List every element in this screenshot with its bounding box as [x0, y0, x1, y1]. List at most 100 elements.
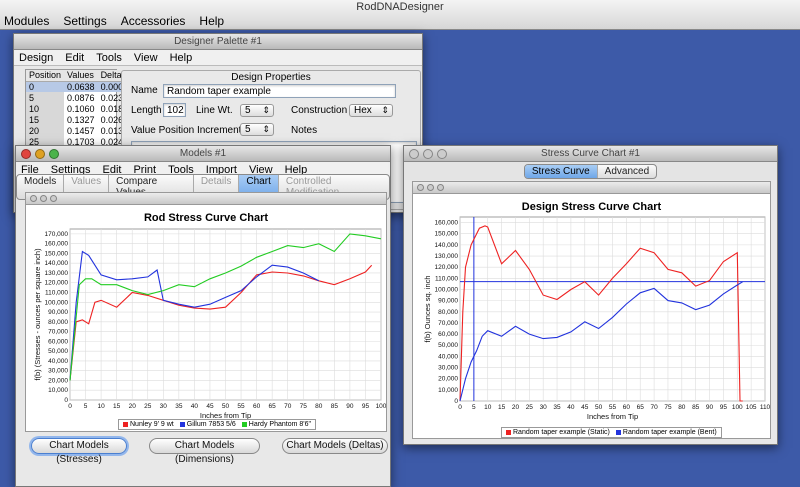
stress-curve-titlebar[interactable]: Stress Curve Chart #1: [404, 146, 777, 162]
models-window: Models #1 File Settings Edit Print Tools…: [15, 145, 391, 487]
app-menu-list: Modules Settings Accessories Help: [4, 14, 224, 28]
rod-stress-curve-chart: Rod Stress Curve Chart 0 10,000 20,000 30,00…: [33, 212, 386, 420]
x-tick-label: 70: [650, 404, 658, 411]
tab-advanced[interactable]: Advanced: [598, 165, 656, 178]
minimize-button[interactable]: [40, 195, 47, 202]
x-tick-label: 75: [664, 404, 672, 411]
y-tick-label: 50,000: [438, 342, 458, 349]
table-row[interactable]: 20 0.1457 0.0130: [26, 125, 131, 136]
x-tick-label: 90: [706, 404, 714, 411]
menu-accessories[interactable]: Accessories: [121, 14, 186, 28]
table-row[interactable]: 10 0.1060 0.0184: [26, 103, 131, 114]
y-tick-label: 150,000: [435, 231, 459, 238]
legend-label: Random taper example (Bent): [622, 429, 717, 436]
value-cell: 0.1327: [67, 114, 95, 125]
app-title: RodDNADesigner: [356, 1, 444, 13]
stress-curve-window: Stress Curve Chart #1 Stress Curve Advan…: [403, 145, 778, 445]
x-tick-label: 80: [315, 403, 323, 410]
x-tick-label: 95: [362, 403, 370, 410]
y-tick-label: 140,000: [45, 260, 69, 267]
y-tick-label: 10,000: [48, 387, 68, 394]
x-tick-label: 45: [581, 404, 589, 411]
x-tick-label: 55: [609, 404, 617, 411]
legend-item: Random taper example (Bent): [615, 429, 717, 436]
notes-label: Notes: [291, 125, 318, 136]
y-tick-label: 70,000: [48, 329, 68, 336]
menu-modules[interactable]: Modules: [4, 14, 49, 28]
zoom-button[interactable]: [437, 184, 444, 191]
y-tick-label: 50,000: [48, 348, 68, 355]
y-tick-label: 90,000: [48, 309, 68, 316]
table-row[interactable]: 15 0.1327 0.0267: [26, 114, 131, 125]
chart-models-deltas-button[interactable]: Chart Models (Deltas): [282, 438, 388, 454]
legend-label: Gillum 7853 5/6: [186, 421, 236, 428]
models-titlebar[interactable]: Models #1: [16, 146, 390, 162]
close-button[interactable]: [30, 195, 37, 202]
close-button[interactable]: [417, 184, 424, 191]
y-tick-label: 80,000: [438, 309, 458, 316]
minimize-button[interactable]: [427, 184, 434, 191]
name-field[interactable]: Random taper example: [163, 84, 396, 98]
y-tick-label: 120,000: [45, 280, 69, 287]
y-tick-label: 100,000: [45, 299, 69, 306]
x-tick-label: 85: [331, 403, 339, 410]
palette-titlebar[interactable]: Designer Palette #1: [14, 34, 422, 50]
zoom-button[interactable]: [50, 195, 57, 202]
palette-title: Designer Palette #1: [174, 36, 262, 47]
y-axis-label: f(b) Ounces sq. inch: [423, 275, 432, 342]
tab-stress-curve[interactable]: Stress Curve: [524, 164, 598, 178]
length-field[interactable]: 102: [163, 103, 186, 117]
legend-swatch: [179, 421, 185, 427]
chart-legend: Random taper example (Static) Random tape…: [501, 427, 722, 438]
name-label: Name: [131, 85, 158, 96]
y-tick-label: 30,000: [438, 365, 458, 372]
line-wt-select[interactable]: 5: [240, 104, 274, 117]
menu-help[interactable]: Help: [199, 14, 224, 28]
construction-select[interactable]: Hex: [349, 104, 393, 117]
col-position[interactable]: Position: [26, 70, 65, 82]
x-tick-label: 105: [746, 404, 757, 411]
x-tick-label: 80: [678, 404, 686, 411]
palette-menu-tools[interactable]: Tools: [96, 52, 122, 64]
vpi-select[interactable]: 5: [240, 123, 274, 136]
chart-title: Rod Stress Curve Chart: [144, 212, 268, 224]
x-tick-label: 10: [484, 404, 492, 411]
y-tick-label: 140,000: [435, 242, 459, 249]
table-row[interactable]: 0 0.0638 0.0000: [26, 81, 132, 92]
y-tick-label: 160,000: [45, 241, 69, 248]
y-tick-label: 70,000: [438, 320, 458, 327]
value-cell: 0.0638: [64, 81, 98, 92]
chart-models-dimensions-button[interactable]: Chart Models (Dimensions): [149, 438, 260, 465]
rod-stress-chart-frame: Rod Stress Curve Chart 0 10,000 20,000 30,00…: [25, 192, 387, 432]
legend-swatch: [241, 421, 247, 427]
palette-menu-edit[interactable]: Edit: [65, 52, 84, 64]
palette-menu-design[interactable]: Design: [19, 52, 53, 64]
table-row[interactable]: 5 0.0876 0.0238: [26, 92, 131, 103]
x-tick-label: 0: [458, 404, 462, 411]
x-tick-label: 85: [692, 404, 700, 411]
palette-menu-help[interactable]: Help: [170, 52, 193, 64]
value-cell: 0.1457: [67, 125, 95, 136]
legend-label: Random taper example (Static): [513, 429, 610, 436]
x-tick-label: 65: [637, 404, 645, 411]
legend-item: Random taper example (Static): [506, 429, 610, 436]
x-tick-label: 0: [68, 403, 72, 410]
chart-title: Design Stress Curve Chart: [522, 201, 662, 213]
x-tick-label: 30: [160, 403, 168, 410]
chart-legend: Nunley 9' 9 wt Gillum 7853 5/6 Hardy Phant…: [118, 419, 316, 430]
stress-curve-tabbar: Stress Curve Advanced: [404, 162, 777, 180]
length-label: Length: [131, 105, 162, 116]
x-tick-label: 75: [300, 403, 308, 410]
legend-swatch: [506, 429, 511, 435]
design-stress-curve-chart: Design Stress Curve Chart 0 10,000 20,000 30…: [423, 201, 770, 421]
x-tick-label: 35: [553, 404, 561, 411]
y-tick-label: 30,000: [48, 368, 68, 375]
col-values[interactable]: Values: [64, 70, 98, 82]
palette-menu-view[interactable]: View: [134, 52, 158, 64]
chart-models-stresses-button[interactable]: Chart Models (Stresses): [31, 438, 127, 465]
position-cell: 15: [26, 114, 65, 125]
legend-label: Nunley 9' 9 wt: [130, 421, 174, 428]
x-tick-label: 60: [253, 403, 261, 410]
x-tick-label: 15: [113, 403, 121, 410]
menu-settings[interactable]: Settings: [63, 14, 106, 28]
